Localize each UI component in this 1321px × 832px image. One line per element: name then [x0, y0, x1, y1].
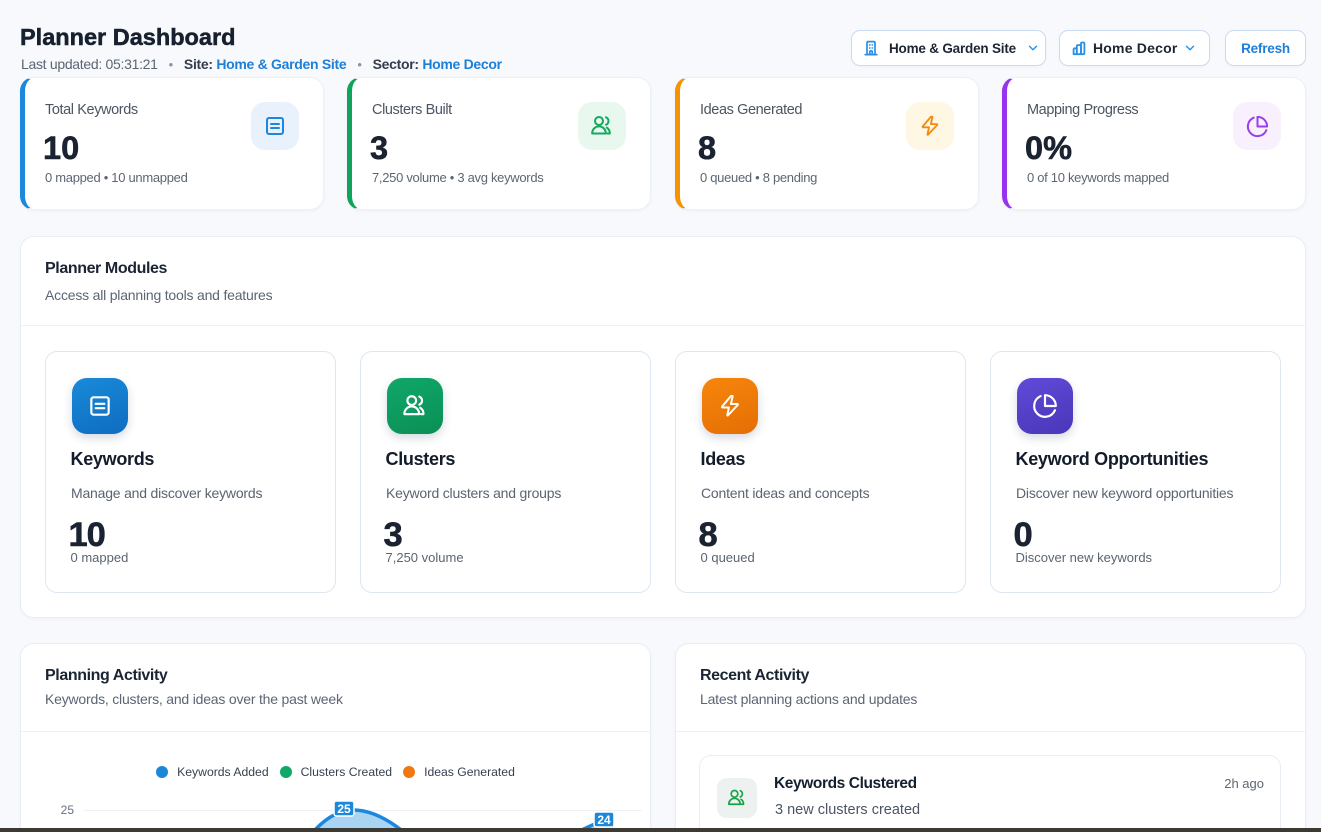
- svg-text:24: 24: [597, 813, 611, 827]
- svg-text:25: 25: [337, 802, 351, 816]
